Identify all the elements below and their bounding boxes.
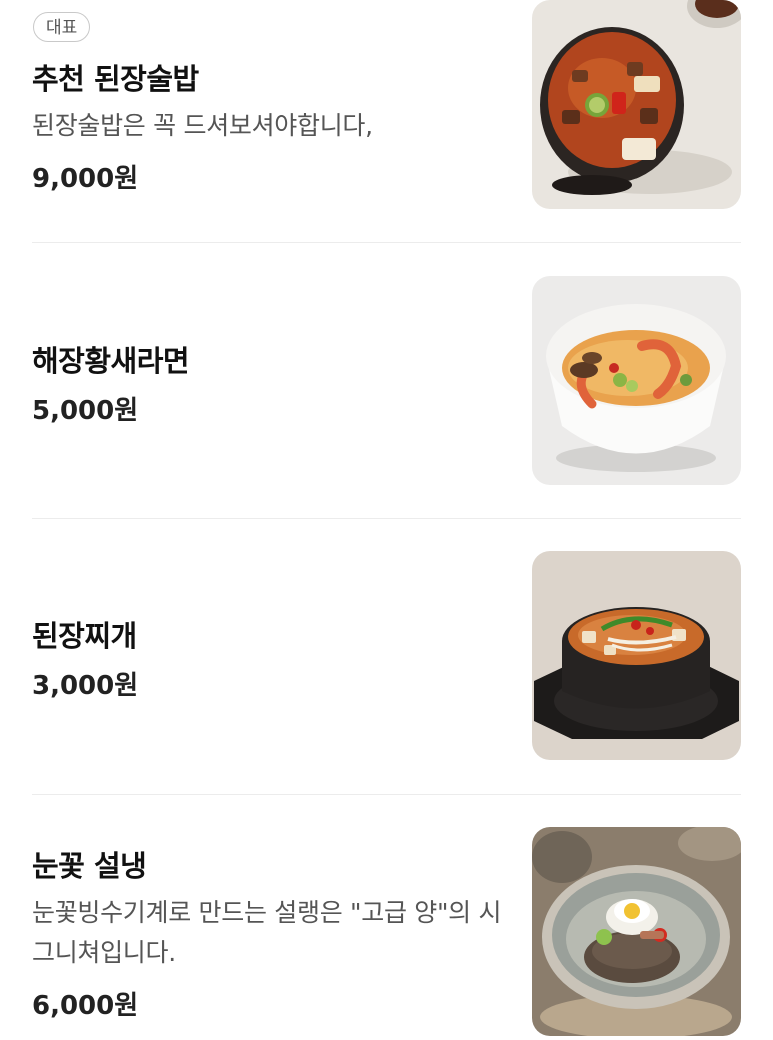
divider bbox=[32, 794, 741, 795]
menu-item-name: 해장황새라면 bbox=[32, 344, 190, 378]
signature-badge: 대표 bbox=[33, 12, 91, 42]
divider bbox=[32, 518, 741, 519]
menu-item-photo[interactable] bbox=[532, 827, 741, 1036]
menu-item[interactable]: 된장찌개 3,000원 bbox=[32, 551, 741, 761]
menu-item-description: 된장술밥은 꼭 드셔보셔야합니다, bbox=[32, 111, 373, 140]
menu-item-description: 눈꽃빙수기계로 만드는 설랭은 "고급 양"의 시그니쳐입니다. bbox=[32, 898, 502, 967]
menu-item-photo[interactable] bbox=[532, 276, 741, 485]
menu-item-price: 6,000원 bbox=[32, 991, 139, 1021]
menu-item-info: 된장찌개 3,000원 bbox=[32, 551, 502, 761]
doenjang-sulbap-photo bbox=[532, 0, 741, 209]
menu-item-photo[interactable] bbox=[532, 0, 741, 209]
menu-item-info: 대표 추천 된장술밥 된장술밥은 꼭 드셔보셔야합니다, 9,000원 bbox=[32, 0, 502, 210]
doenjang-jjigae-photo bbox=[532, 551, 741, 760]
menu-item-info: 해장황새라면 5,000원 bbox=[32, 276, 502, 486]
menu-item-photo[interactable] bbox=[532, 551, 741, 760]
menu-item-name: 된장찌개 bbox=[32, 619, 137, 653]
menu-item[interactable]: 눈꽃 설냉 눈꽃빙수기계로 만드는 설랭은 "고급 양"의 시그니쳐입니다. 6… bbox=[32, 827, 741, 1037]
menu-item-price: 3,000원 bbox=[32, 671, 139, 701]
naengmyeon-photo bbox=[532, 827, 741, 1036]
menu-item-name: 눈꽃 설냉 bbox=[32, 849, 147, 883]
menu-item-name: 추천 된장술밥 bbox=[32, 62, 199, 96]
menu-item[interactable]: 대표 추천 된장술밥 된장술밥은 꼭 드셔보셔야합니다, 9,000원 bbox=[32, 0, 741, 210]
divider bbox=[32, 242, 741, 243]
shrimp-ramen-photo bbox=[532, 276, 741, 485]
menu-item-info: 눈꽃 설냉 눈꽃빙수기계로 만드는 설랭은 "고급 양"의 시그니쳐입니다. 6… bbox=[32, 827, 502, 1037]
menu-item-price: 9,000원 bbox=[32, 164, 139, 194]
menu-item[interactable]: 해장황새라면 5,000원 bbox=[32, 276, 741, 486]
menu-item-price: 5,000원 bbox=[32, 396, 139, 426]
